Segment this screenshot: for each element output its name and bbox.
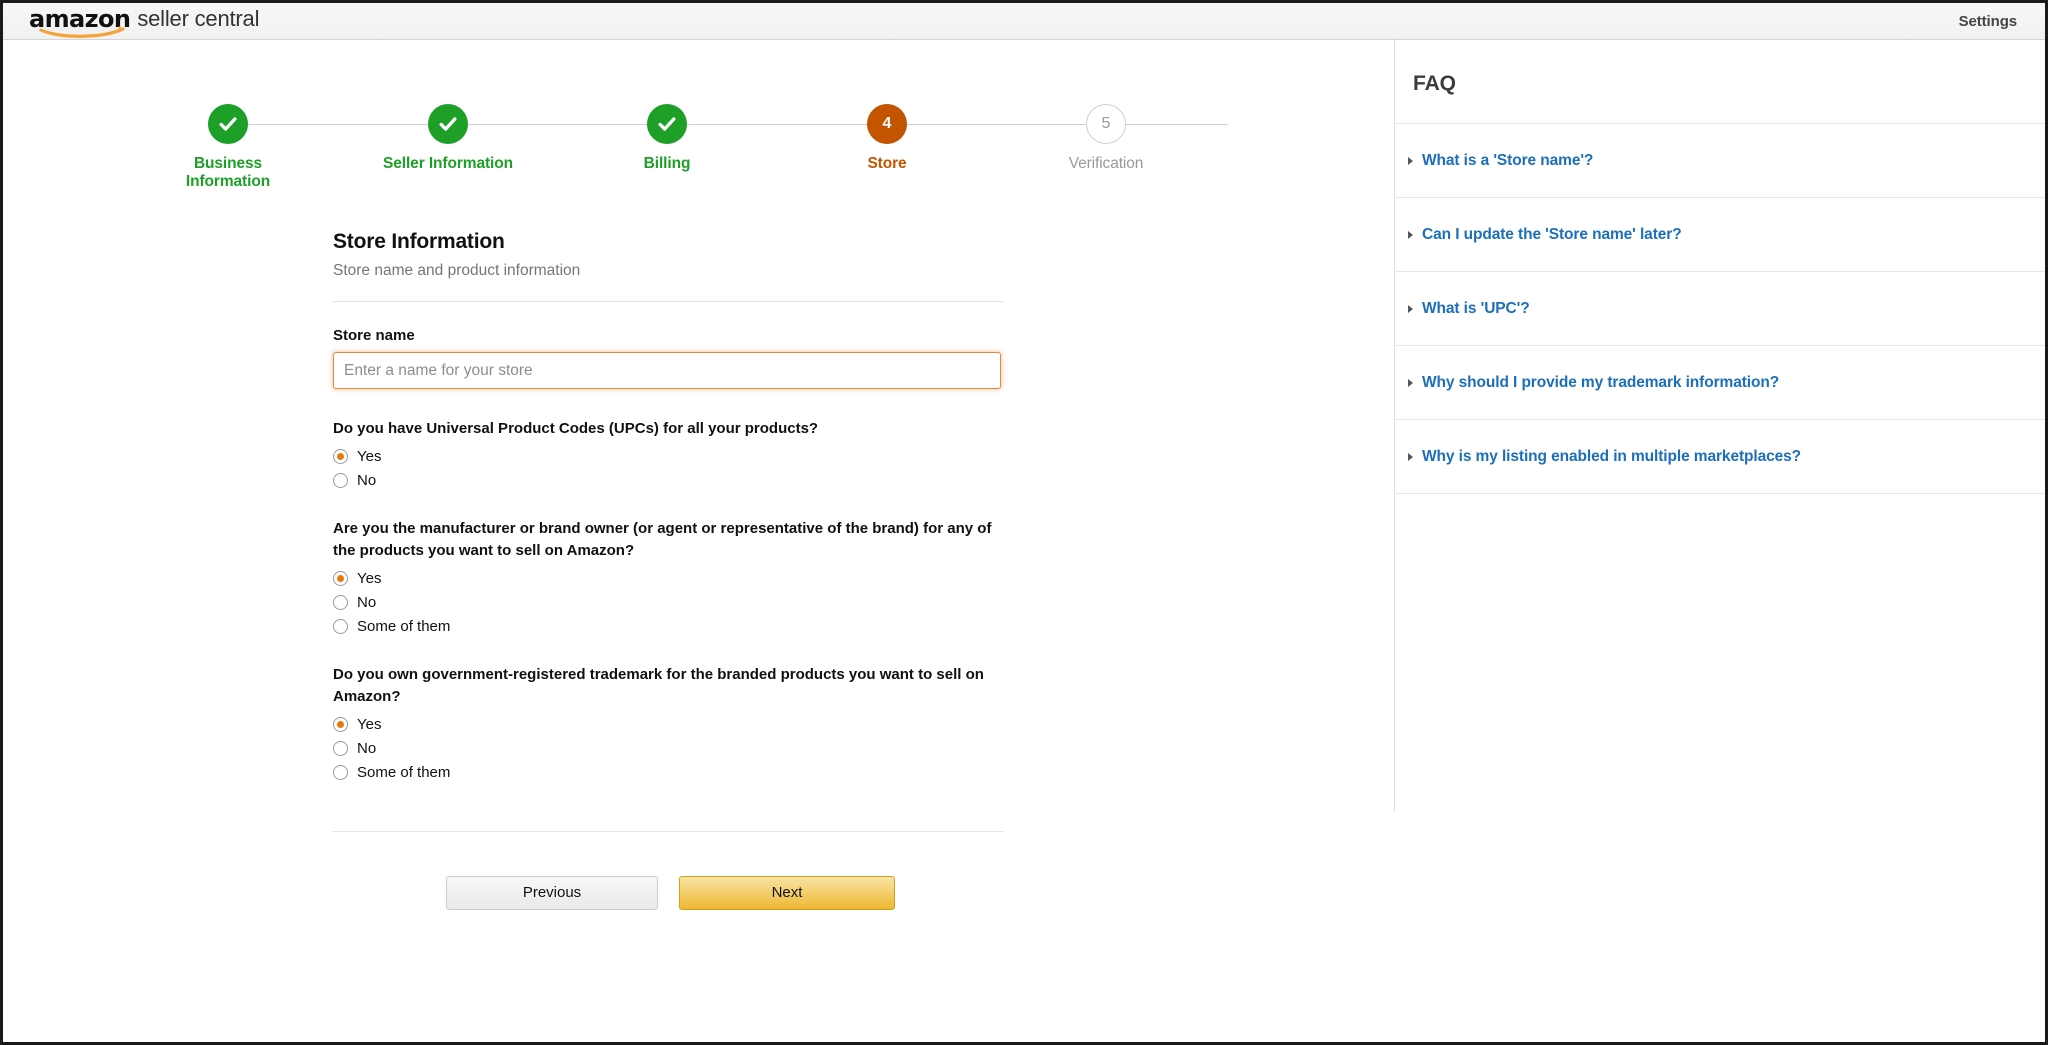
question-brand-owner: Are you the manufacturer or brand owner … <box>333 518 1003 635</box>
radio-label: No <box>357 471 377 489</box>
faq-item-upc[interactable]: What is 'UPC'? <box>1395 272 2045 346</box>
radio-icon <box>333 594 348 610</box>
store-information-form: Store Information Store name and product… <box>333 230 1003 910</box>
faq-item-update-store-name[interactable]: Can I update the 'Store name' later? <box>1395 198 2045 272</box>
form-actions: Previous Next <box>333 875 1003 910</box>
amazon-seller-central-logo[interactable]: amazon seller central <box>29 6 260 38</box>
radio-label: Yes <box>357 447 382 465</box>
faq-item-label: Why should I provide my trademark inform… <box>1422 373 1780 391</box>
settings-link[interactable]: Settings <box>1959 13 2017 30</box>
previous-button[interactable]: Previous <box>446 875 658 910</box>
radio-label: No <box>357 739 377 757</box>
stepper-label: Store <box>867 155 907 172</box>
form-title: Store Information <box>333 230 505 253</box>
faq-panel: FAQ What is a 'Store name'? Can I update… <box>1394 40 2045 812</box>
page-root: amazon seller central Settings Business … <box>0 0 2048 1045</box>
check-icon <box>439 117 457 131</box>
caret-right-icon <box>1408 156 1413 165</box>
question-trademark: Do you own government-registered tradema… <box>333 664 1003 781</box>
stepper-label: Business Information <box>185 155 271 190</box>
question-text: Are you the manufacturer or brand owner … <box>333 519 992 560</box>
store-name-input[interactable] <box>333 352 1001 389</box>
app-header: amazon seller central Settings <box>3 3 2045 40</box>
check-icon <box>658 117 676 131</box>
radio-icon <box>333 448 348 464</box>
form-header-divider <box>333 301 1003 302</box>
stepper-step-business-information[interactable]: Business Information <box>153 104 303 191</box>
faq-item-store-name[interactable]: What is a 'Store name'? <box>1395 124 2045 198</box>
main-content-column: Business Information Seller Information <box>3 40 1394 1042</box>
faq-item-label: What is a 'Store name'? <box>1422 151 1594 169</box>
step-number-badge: 5 <box>1086 104 1126 144</box>
step-number-badge: 4 <box>867 104 907 144</box>
page-body: Business Information Seller Information <box>3 40 2045 1042</box>
faq-column: FAQ What is a 'Store name'? Can I update… <box>1394 40 2045 1042</box>
caret-right-icon <box>1408 378 1413 387</box>
faq-item-label: What is 'UPC'? <box>1422 299 1530 317</box>
step-status-check-icon <box>647 104 687 144</box>
amazon-swoosh-icon <box>39 26 125 38</box>
stepper-label: Seller Information <box>383 155 513 172</box>
radio-icon <box>333 764 348 780</box>
faq-item-trademark-info[interactable]: Why should I provide my trademark inform… <box>1395 346 2045 420</box>
radio-option-trademark-yes[interactable]: Yes <box>333 716 381 733</box>
next-button[interactable]: Next <box>679 875 895 910</box>
radio-option-trademark-some[interactable]: Some of them <box>333 764 450 781</box>
question-upc: Do you have Universal Product Codes (UPC… <box>333 418 1003 489</box>
radio-icon <box>333 472 348 488</box>
radio-icon <box>333 570 348 586</box>
radio-label: No <box>357 593 377 611</box>
caret-right-icon <box>1408 304 1413 313</box>
stepper-step-store[interactable]: 4 Store <box>812 104 962 173</box>
radio-option-upc-yes[interactable]: Yes <box>333 448 381 465</box>
progress-stepper: Business Information Seller Information <box>3 70 1228 190</box>
caret-right-icon <box>1408 452 1413 461</box>
radio-icon <box>333 716 348 732</box>
radio-label: Yes <box>357 715 382 733</box>
faq-title: FAQ <box>1413 72 1456 95</box>
caret-right-icon <box>1408 230 1413 239</box>
radio-icon <box>333 618 348 634</box>
radio-label: Yes <box>357 569 382 587</box>
radio-label: Some of them <box>357 617 451 635</box>
radio-option-brand-owner-yes[interactable]: Yes <box>333 570 381 587</box>
faq-item-label: Can I update the 'Store name' later? <box>1422 225 1682 243</box>
store-name-label: Store name <box>333 327 415 344</box>
stepper-step-verification[interactable]: 5 Verification <box>1031 104 1181 173</box>
radio-icon <box>333 740 348 756</box>
stepper-label: Billing <box>643 155 691 172</box>
radio-option-upc-no[interactable]: No <box>333 472 376 489</box>
step-status-check-icon <box>208 104 248 144</box>
faq-item-label: Why is my listing enabled in multiple ma… <box>1422 447 1802 465</box>
radio-option-trademark-no[interactable]: No <box>333 740 376 757</box>
radio-label: Some of them <box>357 763 451 781</box>
check-icon <box>219 117 237 131</box>
radio-option-brand-owner-no[interactable]: No <box>333 594 376 611</box>
stepper-step-billing[interactable]: Billing <box>592 104 742 173</box>
logo-seller-central-text: seller central <box>137 6 260 31</box>
step-status-check-icon <box>428 104 468 144</box>
stepper-step-seller-information[interactable]: Seller Information <box>373 104 523 173</box>
form-subtitle: Store name and product information <box>333 262 581 279</box>
faq-item-multiple-marketplaces[interactable]: Why is my listing enabled in multiple ma… <box>1395 420 2045 494</box>
form-footer-divider <box>333 830 1003 832</box>
radio-option-brand-owner-some[interactable]: Some of them <box>333 618 450 635</box>
question-text: Do you have Universal Product Codes (UPC… <box>333 420 819 437</box>
question-text: Do you own government-registered tradema… <box>333 665 984 706</box>
stepper-label: Verification <box>1068 155 1144 172</box>
